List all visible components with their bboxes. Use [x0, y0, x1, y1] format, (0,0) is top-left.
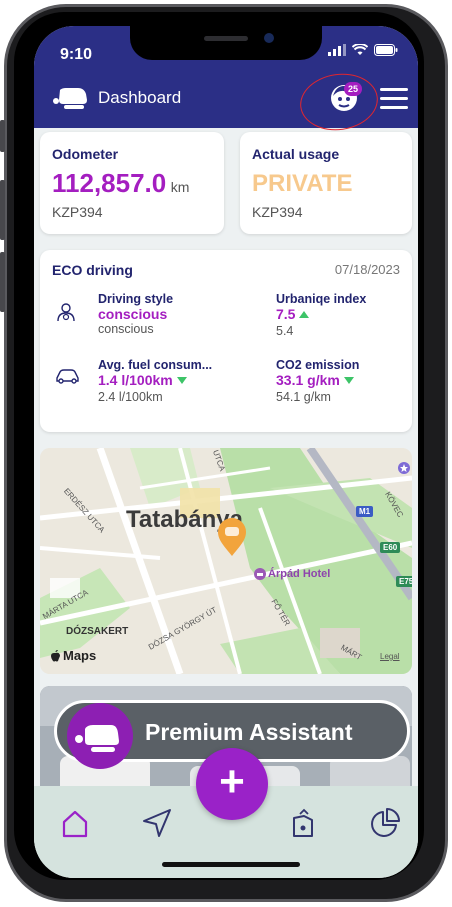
apple-logo-icon — [51, 650, 60, 662]
fuel-value: 1.4 l/100km — [98, 372, 173, 388]
map-legal-link[interactable]: Legal — [380, 652, 400, 661]
vehicle-pin-icon — [218, 518, 246, 556]
trend-up-icon — [299, 311, 310, 319]
add-button[interactable]: + — [196, 748, 268, 820]
premium-assistant-label: Premium Assistant — [145, 719, 353, 745]
battery-icon — [374, 44, 398, 56]
maps-attribution: Maps — [50, 648, 96, 663]
assistant-car-icon — [67, 703, 133, 769]
driving-style-value: conscious — [98, 306, 168, 322]
signal-icon — [328, 44, 346, 56]
driver-style-icon — [57, 303, 75, 322]
urbaniqe-sub: 5.4 — [276, 324, 294, 338]
usage-value: PRIVATE — [252, 170, 353, 197]
urbaniqe-label: Urbaniqe index — [276, 292, 367, 306]
usage-title: Actual usage — [252, 146, 340, 162]
driving-style-metric: Driving style conscious conscious — [98, 292, 173, 336]
device-notch — [130, 26, 322, 60]
hamburger-menu-icon[interactable] — [380, 86, 408, 110]
road-badge-e60: E60 — [380, 542, 401, 553]
car-logo-icon — [53, 88, 87, 109]
fuel-sub: 2.4 l/100km — [98, 390, 163, 404]
map-roads — [40, 448, 412, 674]
wifi-icon — [352, 44, 368, 55]
side-button-silent — [0, 120, 5, 152]
nav-statistics-icon[interactable] — [368, 806, 402, 840]
odometer-plate: KZP394 — [52, 204, 103, 220]
trend-down-icon — [176, 377, 187, 385]
vehicle-location-map[interactable]: Tatabánya Árpád Hotel ERDÉSZ UTCA MÁRTA … — [40, 448, 412, 674]
map-district-label: DÓZSAKERT — [66, 626, 129, 637]
urbaniqe-metric: Urbaniqe index 7.5 5.4 — [276, 292, 366, 338]
side-button-volume-up — [0, 180, 5, 240]
hotel-icon — [254, 568, 266, 580]
driving-style-label: Driving style — [98, 292, 174, 306]
eco-date: 07/18/2023 — [334, 262, 400, 277]
usage-plate: KZP394 — [252, 204, 303, 220]
side-button-volume-down — [0, 252, 5, 312]
fuel-label: Avg. fuel consum... — [98, 358, 213, 372]
app-screen: 9:10 Dashboard 25 Odometer 112,857.0 km … — [34, 26, 418, 878]
odometer-card[interactable]: Odometer 112,857.0 km KZP394 — [40, 132, 224, 234]
co2-metric: CO2 emission 33.1 g/km 54.1 g/km — [276, 358, 359, 404]
co2-label: CO2 emission — [276, 358, 360, 372]
odometer-unit: km — [170, 179, 190, 195]
co2-value: 33.1 g/km — [276, 372, 340, 388]
nav-navigate-icon[interactable] — [140, 806, 174, 840]
odometer-value: 112,857.0 — [52, 168, 167, 198]
app-header: 9:10 Dashboard 25 — [34, 26, 418, 136]
co2-sub: 54.1 g/km — [276, 390, 331, 404]
car-fuel-icon — [56, 369, 79, 384]
status-time: 9:10 — [60, 46, 93, 63]
fuel-metric: Avg. fuel consum... 1.4 l/100km 2.4 l/10… — [98, 358, 212, 404]
trend-down-icon — [343, 377, 354, 385]
odometer-title: Odometer — [52, 146, 119, 162]
eco-title: ECO driving — [52, 262, 133, 278]
nav-trip-icon[interactable] — [286, 806, 320, 840]
usage-card[interactable]: Actual usage PRIVATE KZP394 — [240, 132, 412, 234]
status-icons — [328, 44, 398, 56]
nav-home-icon[interactable] — [58, 806, 92, 840]
star-poi-icon — [398, 462, 410, 474]
urbaniqe-value: 7.5 — [276, 306, 296, 322]
map-poi-label: Árpád Hotel — [268, 568, 331, 580]
driving-style-sub: conscious — [98, 322, 154, 336]
road-badge-m1: M1 — [356, 506, 374, 517]
annotation-circle — [296, 68, 382, 136]
page-title: Dashboard — [98, 88, 182, 107]
eco-driving-card[interactable]: ECO driving 07/18/2023 Driving style con… — [40, 250, 412, 432]
road-badge-e75: E75 — [396, 576, 412, 587]
maps-attribution-label: Maps — [63, 648, 97, 663]
home-indicator — [162, 862, 300, 867]
